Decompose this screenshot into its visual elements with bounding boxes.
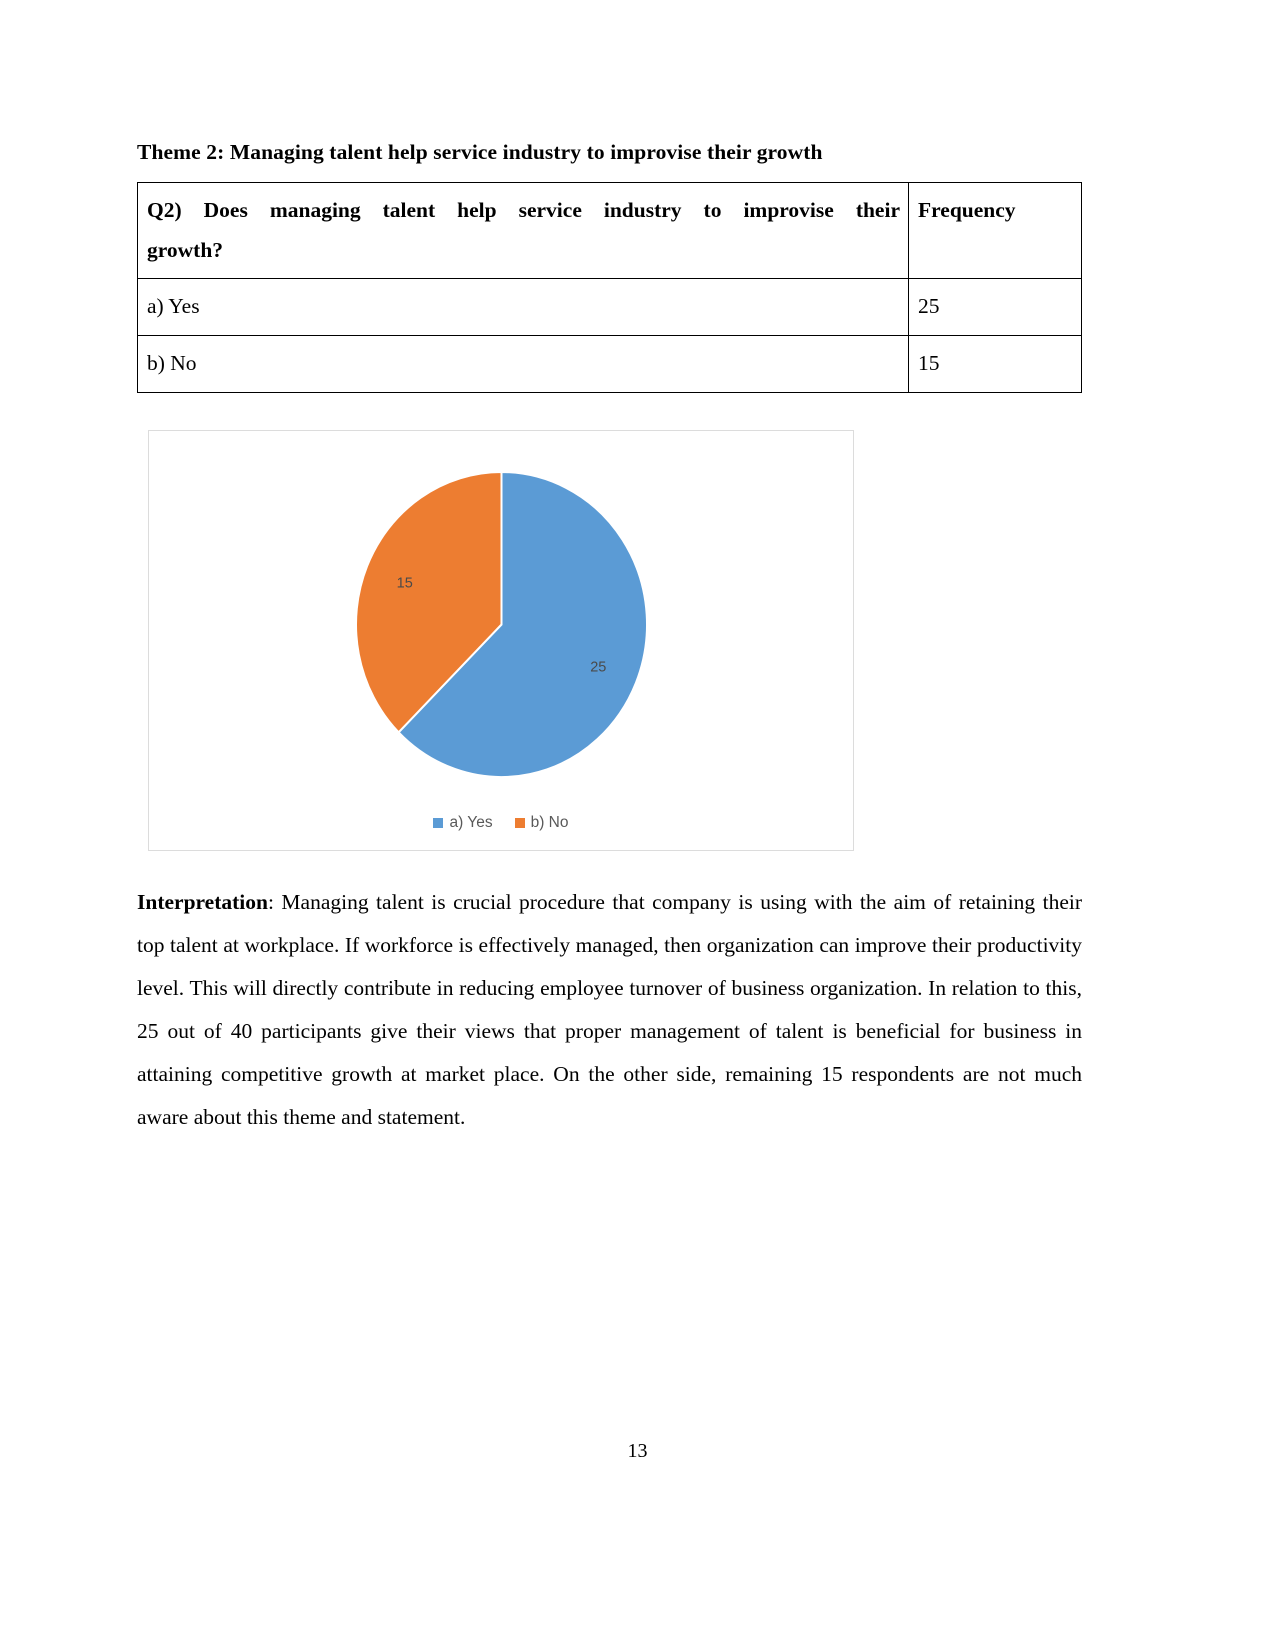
- option-label-no: b) No: [137, 335, 909, 393]
- interpretation-lead: Interpretation: [137, 889, 268, 914]
- legend-label-no: b) No: [530, 813, 569, 831]
- pie-chart: 25 15: [356, 471, 647, 777]
- document-page: Theme 2: Managing talent help service in…: [0, 0, 1275, 1651]
- theme-heading: Theme 2: Managing talent help service in…: [137, 140, 823, 164]
- pie-chart-svg: 25 15: [356, 471, 647, 777]
- page-content: Theme 2: Managing talent help service in…: [137, 0, 1082, 1160]
- frequency-table: Q2) Does managing talent help service in…: [137, 181, 1082, 393]
- question-line-1: Q2) Does managing talent help service in…: [147, 197, 900, 222]
- pie-label-no: 15: [397, 575, 413, 591]
- frequency-header-cell: Frequency: [908, 181, 1082, 280]
- question-line-2: growth?: [147, 237, 224, 262]
- table-header-row: Q2) Does managing talent help service in…: [137, 181, 1082, 280]
- legend-label-yes: a) Yes: [449, 813, 493, 831]
- page-number: 13: [627, 1440, 648, 1462]
- chart-legend: a) Yes b) No: [149, 814, 853, 832]
- interpretation-paragraph: Interpretation: Managing talent is cruci…: [137, 881, 1082, 1139]
- pie-slices: [356, 471, 647, 777]
- pie-chart-container: 25 15 a) Yes b) No: [148, 429, 854, 851]
- legend-item-yes: a) Yes: [433, 813, 493, 832]
- legend-item-no: b) No: [514, 813, 569, 832]
- table-row: b) No 15: [137, 335, 1082, 393]
- legend-swatch-icon-no: [514, 817, 525, 828]
- interpretation-body: : Managing talent is crucial procedure t…: [137, 889, 1082, 1129]
- frequency-value-no: 15: [908, 335, 1082, 393]
- question-cell: Q2) Does managing talent help service in…: [137, 181, 909, 280]
- pie-label-yes: 25: [590, 659, 606, 675]
- frequency-value-yes: 25: [908, 278, 1082, 337]
- table-row: a) Yes 25: [137, 278, 1082, 337]
- legend-swatch-icon-yes: [433, 817, 444, 828]
- option-label-yes: a) Yes: [137, 278, 909, 337]
